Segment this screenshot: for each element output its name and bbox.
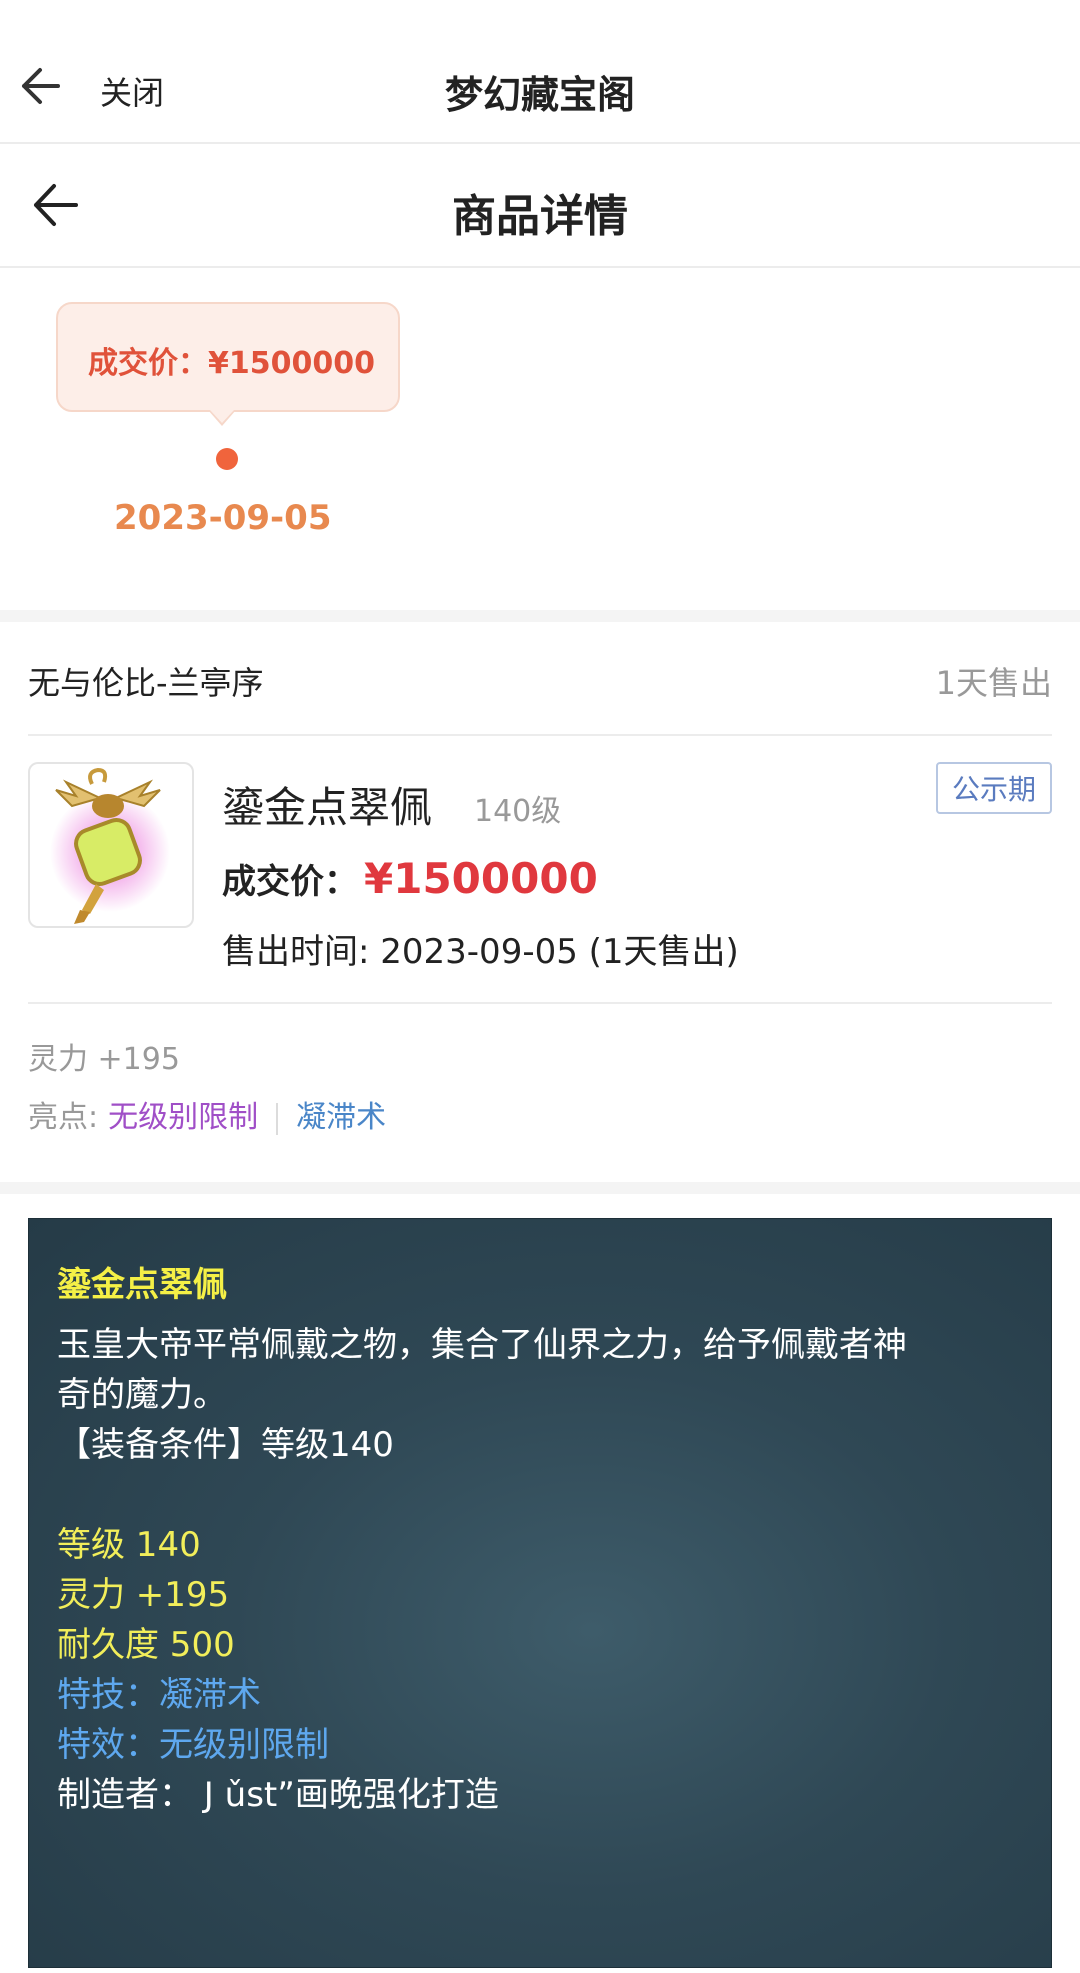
tooltip-effect: 特效：无级别限制 bbox=[57, 1725, 329, 1765]
tooltip-level: 等级 140 bbox=[57, 1525, 201, 1565]
price-history: 成交价：¥1500000 2023-09-05 bbox=[0, 270, 1080, 610]
divider bbox=[28, 734, 1052, 736]
tooltip-requirement: 【装备条件】等级140 bbox=[57, 1425, 394, 1465]
tooltip-durability: 耐久度 500 bbox=[57, 1625, 235, 1665]
tooltip-title: 鎏金点翠佩 bbox=[57, 1265, 227, 1305]
app-title: 梦幻藏宝阁 bbox=[444, 73, 635, 117]
tooltip-spirit: 灵力 +195 bbox=[57, 1575, 230, 1615]
history-date: 2023-09-05 bbox=[114, 498, 332, 538]
top-nav-bar: 关闭 梦幻藏宝阁 bbox=[0, 0, 1080, 144]
tooltip-maker: 制造者： J ǔst”画晚强化打造 bbox=[57, 1775, 499, 1815]
price-label: 成交价： bbox=[222, 862, 358, 902]
bubble-tail-inner bbox=[210, 410, 234, 423]
item-name: 鎏金点翠佩 bbox=[222, 783, 433, 832]
history-point[interactable] bbox=[216, 448, 238, 470]
item-attribute: 灵力 +195 bbox=[28, 1042, 180, 1077]
section-divider bbox=[0, 610, 1080, 622]
price-value: ¥1500000 bbox=[364, 854, 598, 903]
jade-pendant-icon bbox=[50, 767, 170, 924]
price-bubble: 成交价：¥1500000 bbox=[56, 302, 400, 412]
page-title: 商品详情 bbox=[452, 191, 628, 242]
tooltip-description-line2: 奇的魔力。 bbox=[57, 1375, 227, 1415]
item-thumbnail[interactable] bbox=[28, 762, 194, 928]
item-level: 140级 bbox=[474, 794, 562, 829]
highlight-no-level-limit: 无级别限制 bbox=[108, 1100, 259, 1135]
highlights-row: 亮点: 无级别限制 凝滞术 bbox=[28, 1092, 386, 1136]
status-badge: 公示期 bbox=[935, 762, 1052, 814]
tooltip-description-line1: 玉皇大帝平常佩戴之物，集合了仙界之力，给予佩戴者神 bbox=[57, 1325, 907, 1365]
price-row: 成交价： ¥1500000 bbox=[222, 854, 598, 903]
highlights-label: 亮点: bbox=[28, 1100, 99, 1135]
divider bbox=[28, 1002, 1052, 1004]
highlight-separator bbox=[276, 1102, 279, 1135]
section-divider bbox=[0, 1182, 1080, 1194]
highlight-skill: 凝滞术 bbox=[296, 1100, 387, 1135]
series-name: 无与伦比-兰亭序 bbox=[28, 664, 264, 702]
price-bubble-text: 成交价：¥1500000 bbox=[88, 346, 375, 381]
item-tooltip: 鎏金点翠佩 玉皇大帝平常佩戴之物，集合了仙界之力，给予佩戴者神 奇的魔力。 【装… bbox=[28, 1218, 1052, 1968]
tooltip-skill: 特技：凝滞术 bbox=[57, 1675, 261, 1715]
sold-days: 1天售出 bbox=[935, 664, 1052, 702]
listing-card: 无与伦比-兰亭序 1天售出 鎏金点翠佩 140级 公示期 成交价： ¥150000… bbox=[0, 622, 1080, 1182]
sale-time: 售出时间: 2023-09-05 (1天售出) bbox=[222, 932, 739, 972]
